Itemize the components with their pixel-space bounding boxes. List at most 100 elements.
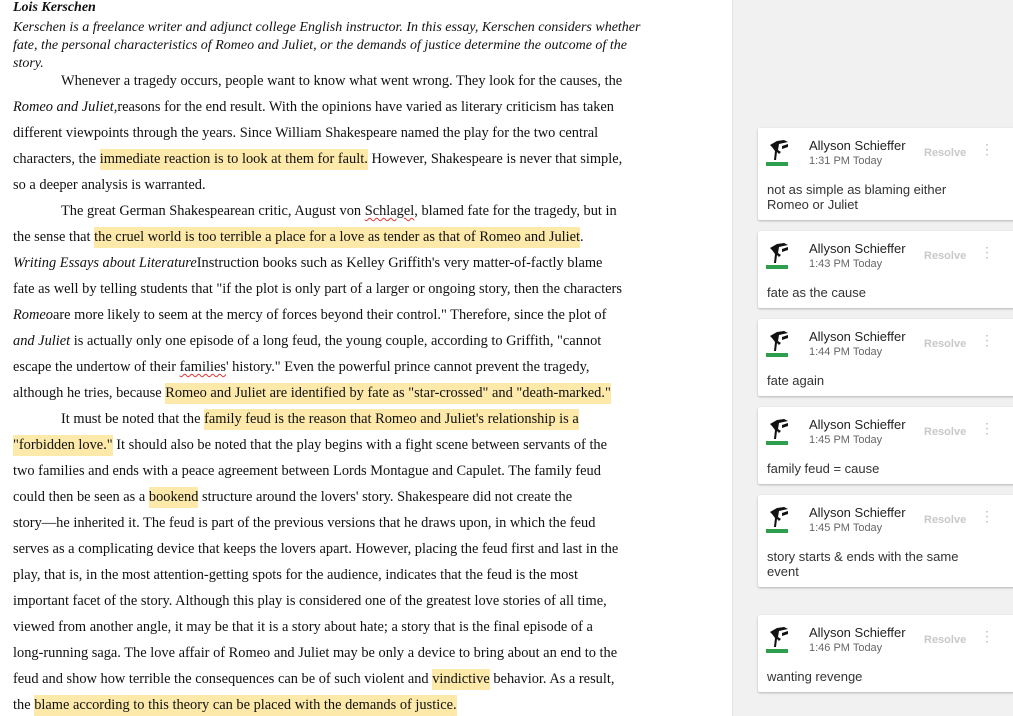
line-text: escape the undertow of their <box>13 359 180 375</box>
comment-highlight[interactable]: Romeo and Juliet are identified by fate … <box>165 383 611 404</box>
line-text: are more likely to seem at the mercy of … <box>52 307 607 323</box>
line-text: long-running saga. The love affair of Ro… <box>13 645 618 661</box>
italic-title: Romeo <box>13 307 53 323</box>
line-text: , blamed fate for the tragedy, but in <box>414 203 617 219</box>
comment-card[interactable]: Allyson Schieffer 1:44 PM Today Resolve ⋮ fa… <box>758 319 1013 396</box>
essay-line: feud and show how terrible the consequen… <box>13 669 614 690</box>
avatar <box>766 243 788 269</box>
comment-highlight[interactable]: bookend <box>148 487 199 508</box>
comment-card[interactable]: Allyson Schieffer 1:45 PM Today Resolve ⋮ st… <box>758 495 1013 587</box>
line-text: However, Shakespeare is never that simpl… <box>367 151 623 167</box>
line-text: fate as well by telling students that "i… <box>13 281 622 297</box>
document-page: Lois Kerschen Kerschen is a freelance wr… <box>0 0 732 716</box>
comment-timestamp: 1:31 PM Today <box>809 155 883 167</box>
comment-text: story starts & ends with the same event <box>767 549 959 579</box>
avatar <box>766 140 788 166</box>
essay-line: The great German Shakespearean critic, A… <box>61 201 617 221</box>
essay-line: fate as well by telling students that "i… <box>13 279 622 299</box>
essay-line: escape the undertow of their families' h… <box>13 357 589 377</box>
line-text: the sense that <box>13 229 95 245</box>
more-options-icon[interactable]: ⋮ <box>980 629 994 643</box>
comment-author: Allyson Schieffer <box>809 241 906 256</box>
intro-paragraph: Kerschen is a freelance writer and adjun… <box>13 20 641 71</box>
comment-timestamp: 1:45 PM Today <box>809 522 883 534</box>
line-text: could then be seen as a <box>13 489 149 505</box>
comment-highlight[interactable]: blame according to this theory can be pl… <box>34 695 457 716</box>
line-text: so a deeper analysis is warranted. <box>13 177 206 193</box>
line-text: is actually only one episode of a long f… <box>70 333 602 349</box>
comment-card[interactable]: Allyson Schieffer 1:46 PM Today Resolve ⋮ wa… <box>758 615 1013 692</box>
more-options-icon[interactable]: ⋮ <box>980 245 994 259</box>
line-text: structure around the lovers' story. Shak… <box>198 489 573 505</box>
line-text: characters, the <box>13 151 100 167</box>
author-name: Lois Kerschen <box>13 0 96 15</box>
essay-line: Romeoare more likely to seem at the merc… <box>13 305 606 325</box>
essay-line: play, that is, in the most attention-get… <box>13 565 578 585</box>
avatar <box>766 627 788 653</box>
line-text: story—he inherited it. The feud is part … <box>13 515 596 531</box>
avatar <box>766 507 788 533</box>
comment-text: fate again <box>767 373 825 388</box>
essay-line: characters, the immediate reaction is to… <box>13 149 623 170</box>
comment-text: fate as the cause <box>767 285 867 300</box>
essay-line: two families and ends with a peace agree… <box>13 461 601 481</box>
line-text: reasons for the end result. With <box>117 99 301 115</box>
resolve-button[interactable]: Resolve <box>924 514 966 526</box>
resolve-button[interactable]: Resolve <box>924 634 966 646</box>
essay-line: the sense that the cruel world is too te… <box>13 227 584 248</box>
line-text: Whenever a tragedy occurs, people want t… <box>61 73 623 89</box>
essay-line: although he tries, because Romeo and Jul… <box>13 383 611 404</box>
line-text: important facet of the story. Although t… <box>13 593 607 609</box>
resolve-button[interactable]: Resolve <box>924 426 966 438</box>
essay-line: different viewpoints through the years. … <box>13 123 598 143</box>
essay-line: story—he inherited it. The feud is part … <box>13 513 595 533</box>
comment-card[interactable]: Allyson Schieffer 1:45 PM Today Resolve ⋮ fa… <box>758 407 1013 484</box>
comment-author: Allyson Schieffer <box>809 329 906 344</box>
resolve-button[interactable]: Resolve <box>924 338 966 350</box>
line-text: viewed from another angle, it may be tha… <box>13 619 593 635</box>
line-text: the opinions have varied as literary cri… <box>300 99 614 115</box>
essay-line: important facet of the story. Although t… <box>13 591 607 611</box>
line-text: different viewpoints through the years. … <box>13 125 599 141</box>
comment-timestamp: 1:44 PM Today <box>809 346 883 358</box>
more-options-icon[interactable]: ⋮ <box>980 142 994 156</box>
comment-highlight[interactable]: immediate reaction is to look at them fo… <box>99 149 368 170</box>
avatar <box>766 331 788 357</box>
line-text: . <box>580 229 584 245</box>
resolve-button[interactable]: Resolve <box>924 250 966 262</box>
comment-text: wanting revenge <box>767 669 863 684</box>
comment-author: Allyson Schieffer <box>809 138 906 153</box>
italic-title: and Juliet <box>13 333 71 349</box>
essay-line: serves as a complicating device that kee… <box>13 539 618 559</box>
essay-line: Writing Essays about LiteratureInstructi… <box>13 253 602 273</box>
spelling-flag: Schlagel <box>364 203 415 219</box>
line-text: serves as a complicating device that kee… <box>13 541 619 557</box>
comment-card[interactable]: Allyson Schieffer 1:43 PM Today Resolve ⋮ fa… <box>758 231 1013 308</box>
essay-line: and Juliet is actually only one episode … <box>13 331 601 351</box>
comment-card[interactable]: Allyson Schieffer 1:31 PM Today Resolve ⋮ no… <box>758 128 1013 220</box>
comment-timestamp: 1:45 PM Today <box>809 434 883 446</box>
more-options-icon[interactable]: ⋮ <box>980 421 994 435</box>
line-text: The great German Shakespearean critic, A… <box>61 203 365 219</box>
line-text: It must be noted that the <box>61 411 205 427</box>
more-options-icon[interactable]: ⋮ <box>980 333 994 347</box>
essay-line: the blame according to this theory can b… <box>13 695 457 716</box>
comment-highlight[interactable]: vindictive <box>432 669 490 690</box>
line-text: feud and show how terrible the consequen… <box>13 671 433 687</box>
comment-highlight[interactable]: "forbidden love." <box>13 435 113 456</box>
essay-line: Romeo and Juliet,reasons for the end res… <box>13 97 614 117</box>
line-text: play, that is, in the most attention-get… <box>13 567 578 583</box>
line-text: although he tries, because <box>13 385 166 401</box>
comment-highlight[interactable]: family feud is the reason that Romeo and… <box>204 409 579 430</box>
more-options-icon[interactable]: ⋮ <box>980 509 994 523</box>
resolve-button[interactable]: Resolve <box>924 147 966 159</box>
line-text: two families and ends with a peace agree… <box>13 463 601 479</box>
line-text: the <box>13 697 35 713</box>
avatar <box>766 419 788 445</box>
essay-line: long-running saga. The love affair of Ro… <box>13 643 617 663</box>
essay-line: could then be seen as a bookend structur… <box>13 487 573 508</box>
comment-highlight[interactable]: the cruel world is too terrible a place … <box>94 227 581 248</box>
italic-title: Writing Essays about Literature <box>13 255 197 271</box>
essay-line: Whenever a tragedy occurs, people want t… <box>61 71 622 91</box>
line-text: ' history." Even the powerful prince can… <box>225 359 590 375</box>
